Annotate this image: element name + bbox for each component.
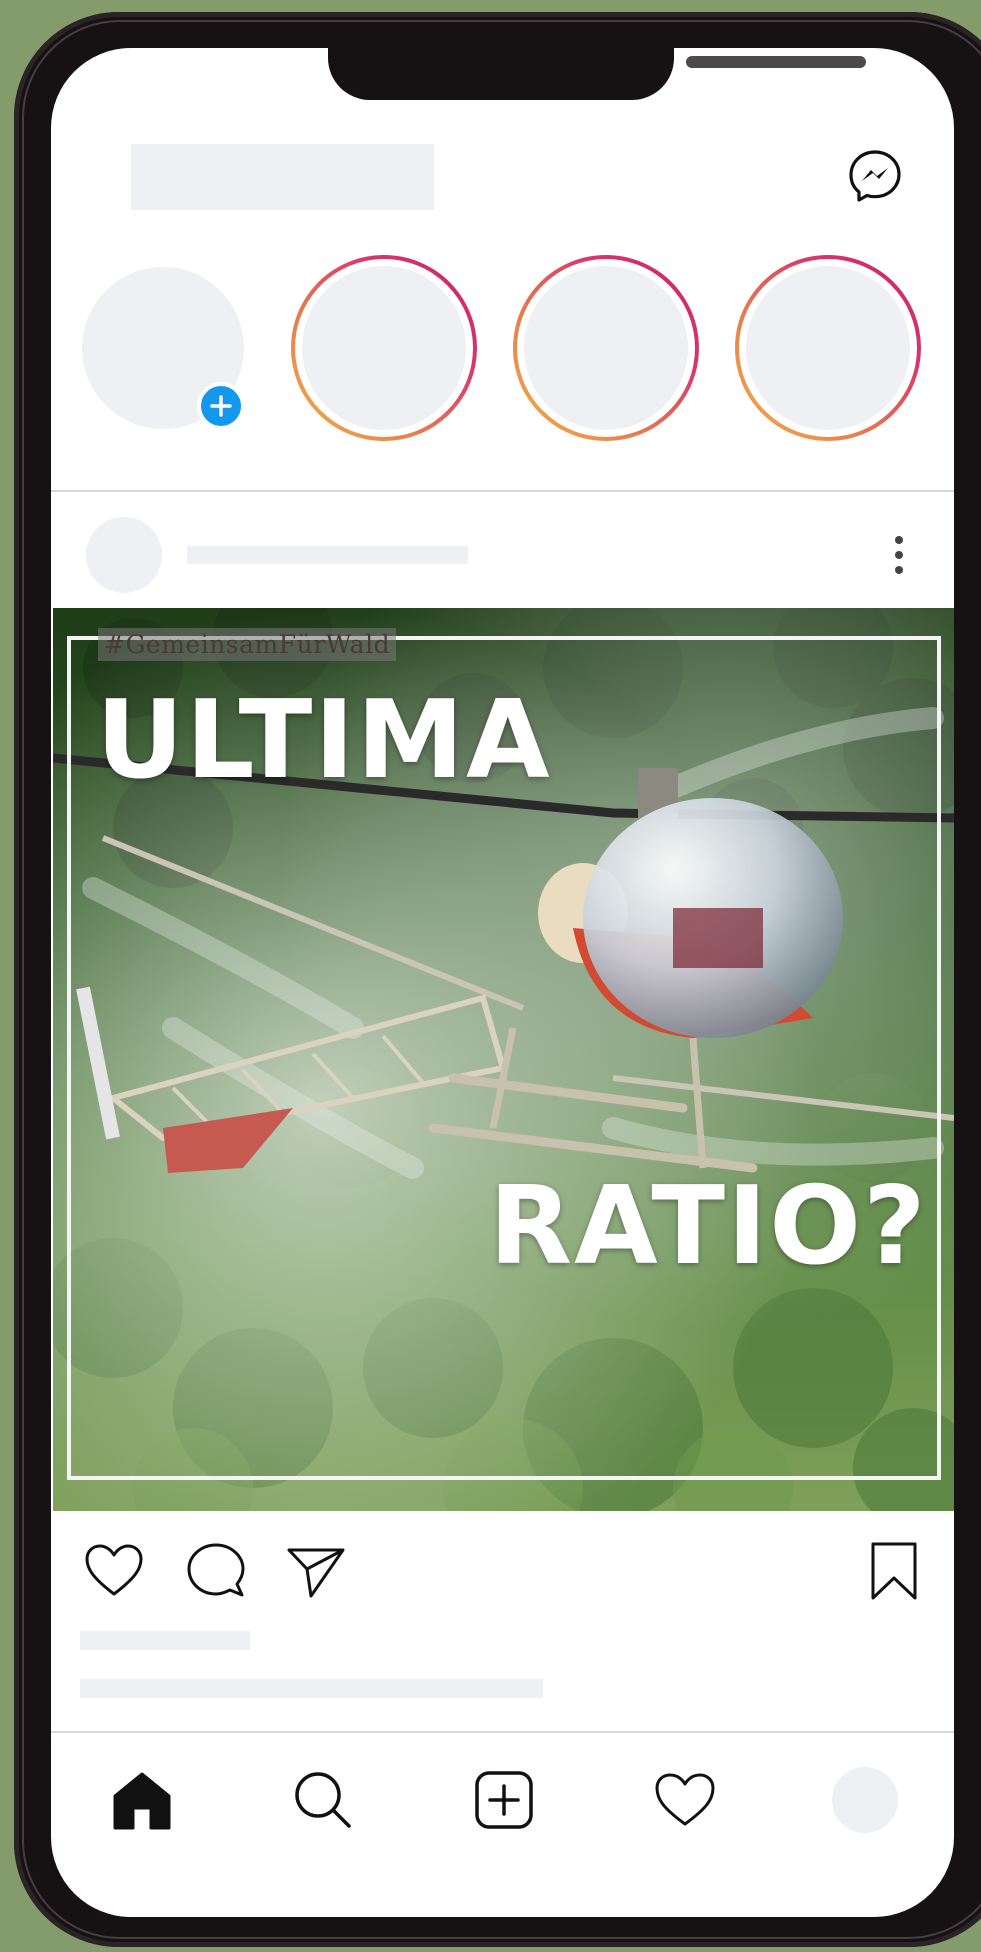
add-square-icon[interactable] [472, 1768, 536, 1832]
likes-placeholder [80, 1631, 250, 1650]
phone-screen: #GemeinsamFürWald ULTIMA RATIO? [51, 48, 954, 1917]
nav-divider [51, 1731, 954, 1733]
messenger-icon[interactable] [847, 148, 903, 204]
stories-divider [51, 490, 954, 492]
search-icon[interactable] [291, 1768, 355, 1832]
more-vertical-icon[interactable] [887, 531, 911, 579]
post-author-avatar[interactable] [86, 517, 162, 593]
heart-icon[interactable] [653, 1768, 717, 1832]
speaker-grille [686, 56, 866, 68]
phone-notch [328, 48, 866, 100]
plus-icon [210, 395, 232, 417]
send-icon[interactable] [285, 1540, 347, 1602]
headline-ratio: RATIO? [489, 1164, 928, 1289]
profile-avatar[interactable] [832, 1767, 898, 1833]
post-author-name-placeholder[interactable] [187, 546, 468, 564]
add-story-button[interactable] [197, 382, 245, 430]
hashtag-caption: #GemeinsamFürWald [98, 628, 397, 661]
home-icon[interactable] [110, 1768, 174, 1832]
headline-ultima: ULTIMA [96, 678, 552, 803]
heart-icon[interactable] [83, 1540, 145, 1602]
app-logo-placeholder [131, 144, 434, 210]
post-image[interactable]: #GemeinsamFürWald ULTIMA RATIO? [53, 608, 954, 1511]
story-avatar[interactable] [735, 255, 921, 441]
caption-placeholder [80, 1679, 543, 1698]
comment-icon[interactable] [185, 1540, 247, 1602]
story-avatar[interactable] [291, 255, 477, 441]
story-avatar[interactable] [513, 255, 699, 441]
bookmark-icon[interactable] [863, 1540, 925, 1602]
